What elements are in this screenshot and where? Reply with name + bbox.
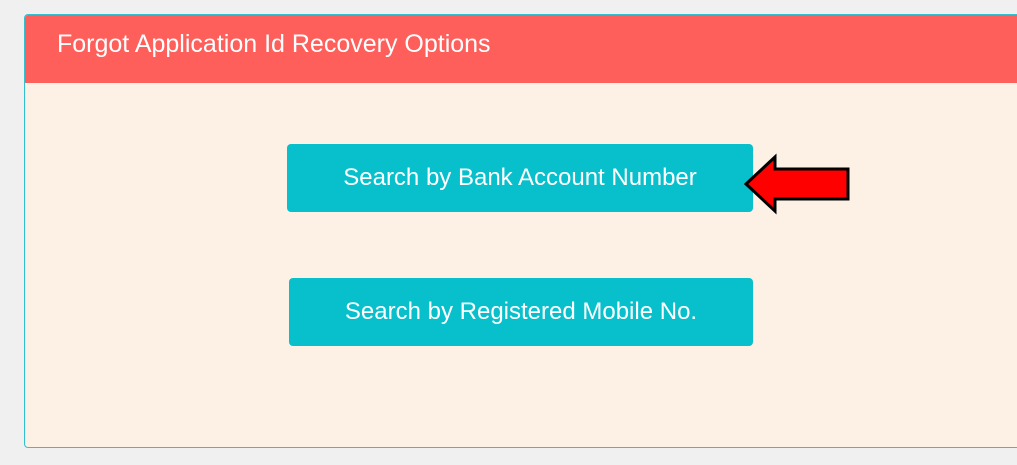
recovery-options-panel: Forgot Application Id Recovery Options S… <box>24 14 1017 448</box>
page-bottom-strip <box>0 448 1017 465</box>
search-by-mobile-button[interactable]: Search by Registered Mobile No. <box>289 278 753 346</box>
search-by-mobile-label: Search by Registered Mobile No. <box>344 298 698 325</box>
search-by-bank-account-label: Search by Bank Account Number <box>343 164 697 191</box>
panel-header: Forgot Application Id Recovery Options <box>25 15 1017 83</box>
arrow-shape <box>743 153 850 215</box>
panel-title: Forgot Application Id Recovery Options <box>57 30 491 58</box>
red-left-arrow-icon <box>743 153 850 215</box>
search-by-bank-account-button[interactable]: Search by Bank Account Number <box>287 144 753 212</box>
